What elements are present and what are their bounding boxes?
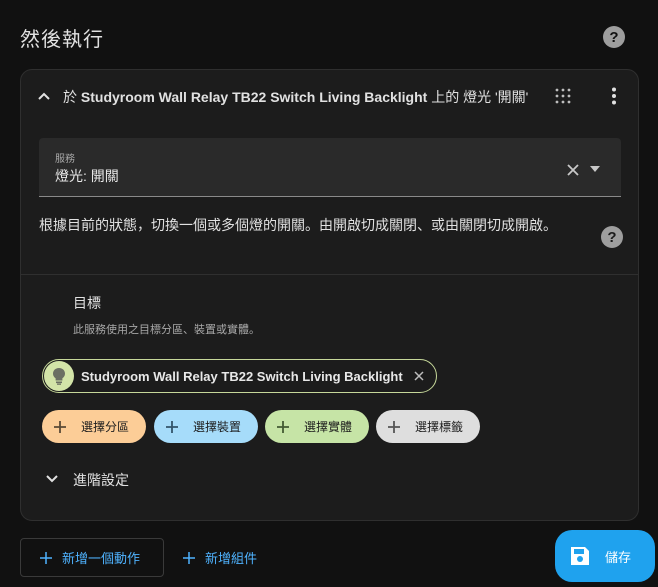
service-select[interactable]: 服務 燈光: 開關 bbox=[39, 138, 621, 197]
plus-icon bbox=[40, 551, 52, 564]
choose-area-label: 選擇分區 bbox=[81, 420, 130, 434]
choose-area-button[interactable]: 選擇分區 bbox=[42, 410, 146, 443]
add-block-label: 新增組件 bbox=[205, 551, 258, 566]
drag-handle-icon[interactable] bbox=[554, 87, 572, 105]
clear-icon[interactable] bbox=[566, 163, 580, 177]
action-title: 於 Studyroom Wall Relay TB22 Switch Livin… bbox=[63, 87, 528, 107]
chevron-up-icon[interactable] bbox=[36, 88, 52, 104]
add-block-button[interactable]: 新增組件 bbox=[164, 538, 274, 577]
lightbulb-icon bbox=[44, 361, 74, 391]
plus-icon bbox=[388, 420, 400, 433]
title-prefix: 於 bbox=[63, 89, 77, 105]
choose-device-label: 選擇裝置 bbox=[193, 420, 242, 434]
choose-device-button[interactable]: 選擇裝置 bbox=[154, 410, 258, 443]
close-icon[interactable] bbox=[414, 371, 424, 381]
choose-entity-button[interactable]: 選擇實體 bbox=[265, 410, 369, 443]
action-card: 於 Studyroom Wall Relay TB22 Switch Livin… bbox=[20, 69, 639, 521]
chevron-down-icon bbox=[46, 475, 58, 483]
dropdown-arrow-icon[interactable] bbox=[589, 165, 601, 173]
service-description: 根據目前的狀態，切換一個或多個燈的開關。由開啟切成關閉、或由關閉切成開啟。 bbox=[39, 217, 557, 233]
add-action-button[interactable]: 新增一個動作 bbox=[20, 538, 164, 577]
target-subtitle: 此服務使用之目標分區、裝置或實體。 bbox=[73, 324, 260, 336]
divider bbox=[21, 274, 638, 275]
target-title: 目標 bbox=[73, 295, 101, 311]
plus-icon bbox=[54, 420, 66, 433]
plus-icon bbox=[277, 420, 289, 433]
plus-icon bbox=[166, 420, 178, 433]
advanced-settings-toggle[interactable]: 進階設定 bbox=[21, 463, 638, 493]
service-label: 服務 bbox=[55, 154, 75, 165]
save-icon bbox=[571, 547, 589, 565]
title-device: Studyroom Wall Relay TB22 Switch Living … bbox=[80, 89, 428, 105]
choose-entity-label: 選擇實體 bbox=[304, 420, 353, 434]
save-button[interactable]: 儲存 bbox=[555, 530, 655, 582]
save-label: 儲存 bbox=[605, 549, 632, 565]
plus-icon bbox=[183, 551, 195, 564]
service-value: 燈光: 開關 bbox=[55, 168, 119, 184]
action-card-header[interactable]: 於 Studyroom Wall Relay TB22 Switch Livin… bbox=[21, 70, 638, 122]
choose-label-button[interactable]: 選擇標籤 bbox=[376, 410, 480, 443]
choose-label-label: 選擇標籤 bbox=[415, 420, 464, 434]
add-action-label: 新增一個動作 bbox=[62, 551, 141, 566]
entity-chip[interactable]: Studyroom Wall Relay TB22 Switch Living … bbox=[42, 359, 437, 393]
advanced-settings-label: 進階設定 bbox=[73, 472, 129, 488]
help-circle-icon[interactable]: ? bbox=[601, 226, 623, 248]
title-suffix: 上的 燈光 '開關' bbox=[431, 89, 529, 105]
entity-chip-label: Studyroom Wall Relay TB22 Switch Living … bbox=[81, 368, 403, 384]
section-title: 然後執行 bbox=[20, 29, 104, 51]
more-vert-icon[interactable] bbox=[604, 86, 624, 106]
help-circle-icon[interactable]: ? bbox=[603, 26, 625, 48]
